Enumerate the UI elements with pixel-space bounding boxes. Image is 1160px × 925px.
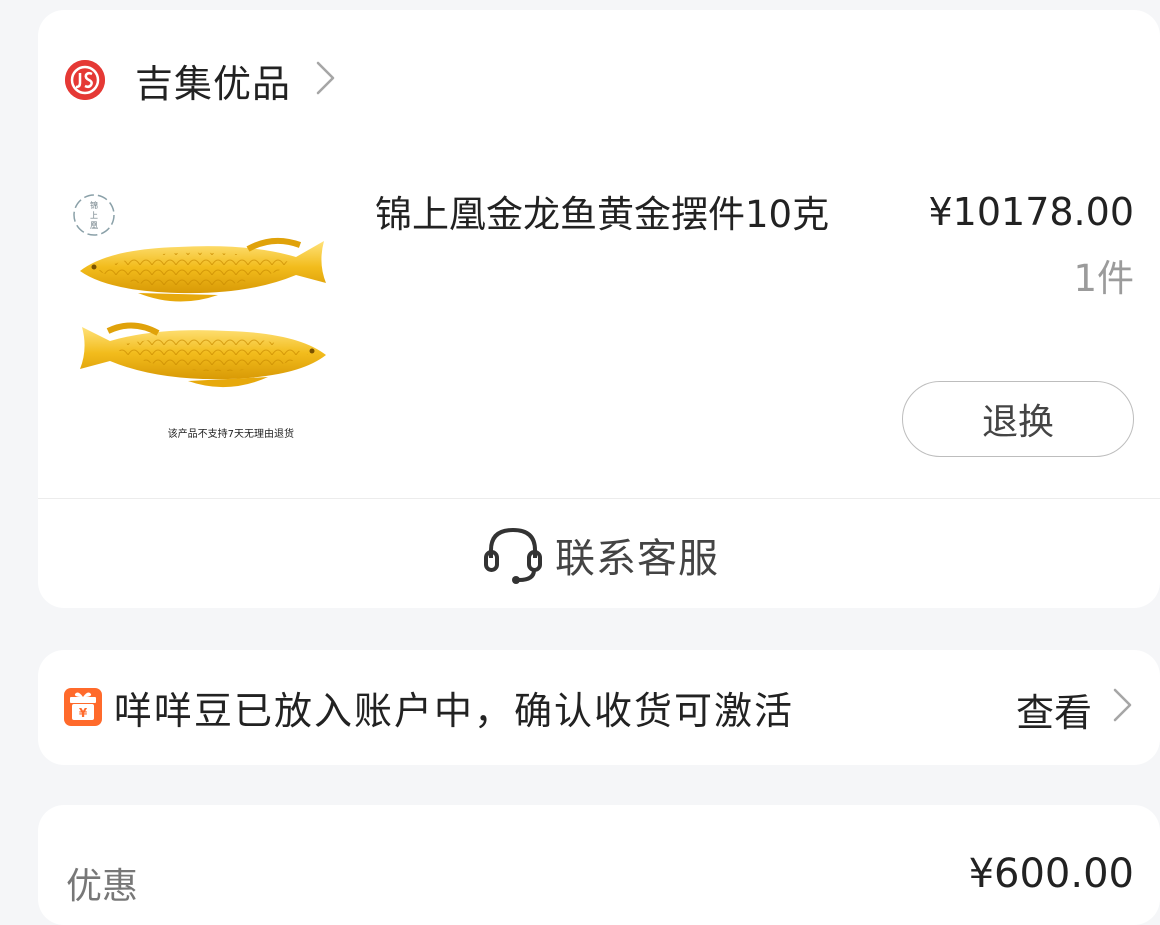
chevron-right-icon[interactable] (315, 60, 337, 100)
beans-message: 咩咩豆已放入账户中，确认收货可激活 (114, 689, 795, 733)
svg-text:锦: 锦 (90, 200, 98, 210)
view-beans-link[interactable]: 查看 (1016, 682, 1134, 737)
contact-service-button[interactable]: 联系客服 (38, 515, 1160, 595)
gold-fish-bottom (80, 322, 326, 388)
view-label[interactable]: 查看 (1016, 682, 1092, 737)
shop-logo-icon (65, 60, 105, 100)
gold-fish-top (80, 237, 326, 302)
order-card: 吉集优品 锦 上 凰 该产品不支持7天无理由退货 锦上凰金龙鱼黄金摆件10克 ¥… (38, 10, 1160, 608)
discount-card: 优惠 ¥600.00 (38, 805, 1160, 925)
contact-service-label: 联系客服 (555, 536, 719, 582)
product-title[interactable]: 锦上凰金龙鱼黄金摆件10克 (375, 188, 855, 242)
product-quantity: 1件 (1073, 257, 1134, 300)
product-price: ¥10178.00 (928, 190, 1135, 234)
shop-header[interactable]: 吉集优品 (65, 53, 337, 108)
chevron-right-icon[interactable] (1112, 687, 1134, 732)
product-image[interactable]: 锦 上 凰 该产品不支持7天无理由退货 (68, 185, 338, 445)
svg-text:凰: 凰 (90, 221, 98, 230)
divider (38, 498, 1160, 499)
discount-label: 优惠 (66, 866, 139, 907)
headset-icon (479, 518, 549, 592)
gift-icon: ¥ (64, 688, 102, 726)
shop-name[interactable]: 吉集优品 (135, 53, 291, 108)
product-image-caption: 该产品不支持7天无理由退货 (168, 427, 294, 440)
beans-card[interactable]: ¥ 咩咩豆已放入账户中，确认收货可激活 查看 (38, 650, 1160, 765)
return-exchange-button[interactable]: 退换 (902, 381, 1134, 457)
svg-text:上: 上 (90, 211, 98, 220)
brand-badge-icon: 锦 上 凰 (73, 194, 115, 236)
discount-value: ¥600.00 (968, 851, 1134, 897)
svg-text:¥: ¥ (79, 706, 88, 720)
